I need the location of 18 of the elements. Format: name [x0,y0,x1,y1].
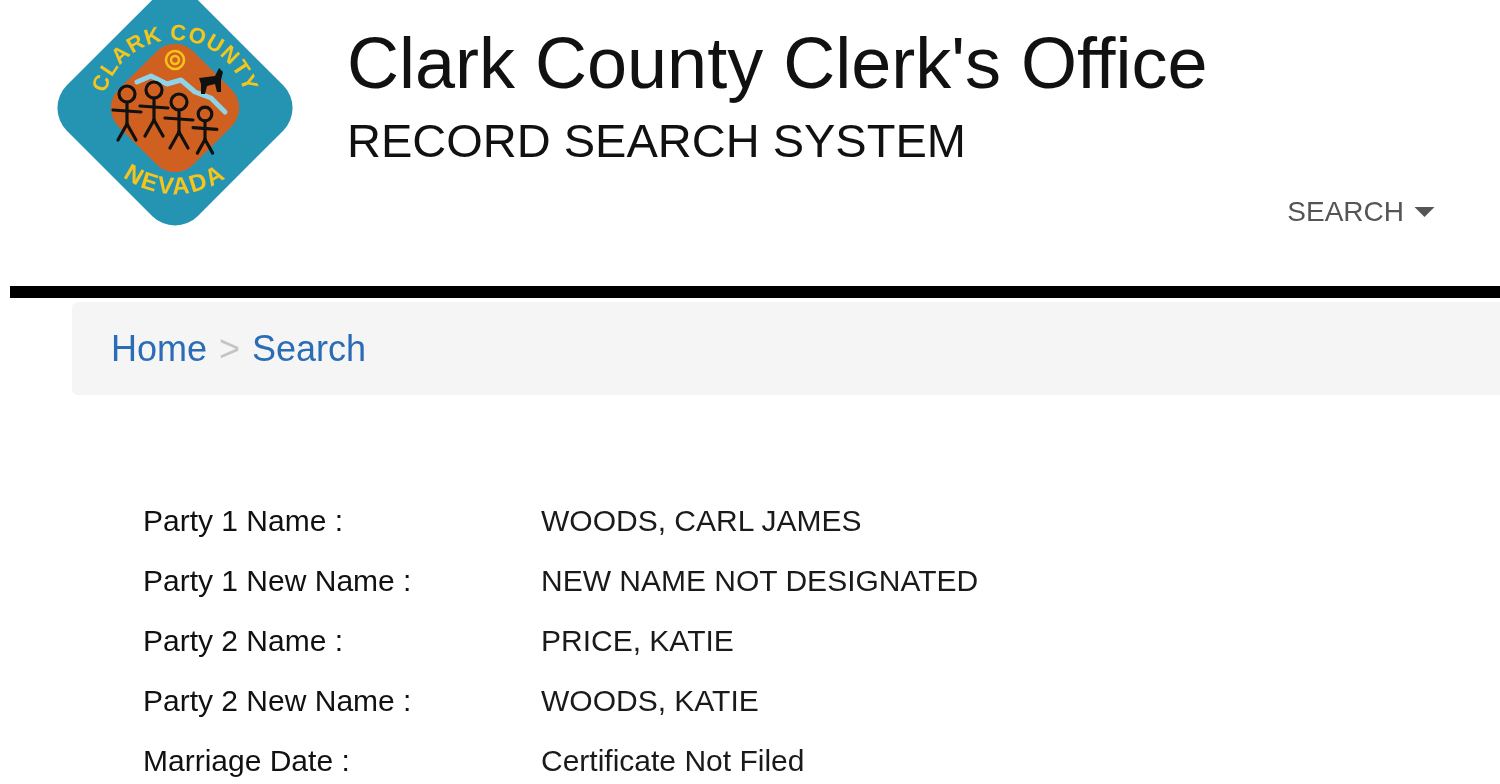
logo-text: NEVADA [120,158,230,200]
breadcrumb-link[interactable]: Home [111,321,208,376]
field-label: Party 1 Name : [143,503,344,539]
field-value: PRICE, KATIE [541,623,734,659]
page-title: Clark County Clerk's Office [347,23,1208,103]
breadcrumb-link[interactable]: Search [252,321,367,376]
field-label: Marriage Date : [143,743,350,779]
field-value: NEW NAME NOT DESIGNATED [541,563,979,599]
field-label: Party 2 New Name : [143,683,412,719]
caret-icon [1414,207,1435,217]
field-label: Party 1 New Name : [143,563,412,599]
field-value: Certificate Not Filed [541,743,805,779]
nav-dropdown[interactable]: SEARCH [1287,196,1435,228]
field-value: WOODS, CARL JAMES [541,503,862,539]
field-value: WOODS, KATIE [541,683,759,719]
breadcrumb-separator: > [219,326,241,371]
page-subtitle: RECORD SEARCH SYSTEM [347,115,966,167]
field-label: Party 2 Name : [143,623,344,659]
